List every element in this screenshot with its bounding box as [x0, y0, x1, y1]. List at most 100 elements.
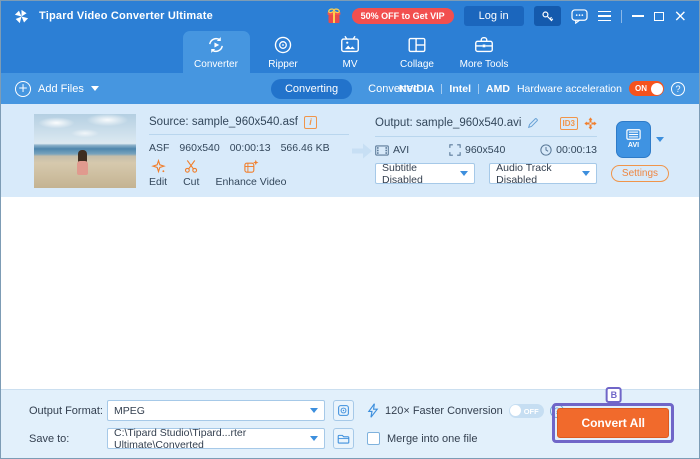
app-title: Tipard Video Converter Ultimate [39, 10, 213, 22]
thumbnail-person [77, 161, 88, 175]
output-info: Output: sample_960x540.avi ID3 AVI [375, 114, 597, 188]
toggle-off-label: OFF [524, 407, 539, 416]
feedback-icon[interactable] [571, 9, 588, 24]
chevron-down-icon [460, 171, 468, 176]
tab-ripper-label: Ripper [268, 59, 297, 70]
divider [149, 134, 349, 135]
enhance-video-button[interactable]: Enhance Video [215, 159, 286, 188]
file-list-item: Source: sample_960x540.asf i ASF 960x540… [1, 104, 699, 197]
film-icon [626, 129, 641, 140]
toggle-on-label: ON [635, 84, 647, 93]
source-duration: 00:00:13 [230, 142, 271, 154]
move-icon[interactable] [584, 117, 597, 130]
film-icon [375, 145, 389, 156]
open-folder-button[interactable] [333, 428, 354, 449]
settings-button[interactable]: Settings [611, 165, 669, 182]
folder-icon [337, 433, 350, 445]
format-button-label: AVI [628, 142, 639, 149]
gift-icon[interactable] [326, 8, 342, 24]
faster-conversion-toggle[interactable]: OFF [509, 404, 544, 418]
tab-more-tools-label: More Tools [460, 59, 509, 70]
tab-ripper[interactable]: Ripper [250, 31, 317, 73]
tab-collage[interactable]: Collage [384, 31, 451, 73]
tab-converted[interactable]: Converted [364, 79, 423, 99]
tab-more-tools[interactable]: More Tools [451, 31, 518, 73]
chevron-down-icon [91, 86, 99, 91]
menu-icon[interactable] [598, 11, 611, 22]
save-path-value: C:\Tipard Studio\Tipard...rter Ultimate\… [114, 427, 310, 451]
plus-icon: + [15, 81, 31, 97]
convert-all-button[interactable]: Convert All [557, 408, 669, 438]
resolution-icon [449, 144, 461, 156]
add-files-button[interactable]: + Add Files [15, 81, 99, 97]
vip-offer-badge[interactable]: 50% OFF to Get VIP [352, 8, 454, 24]
convert-all-container: B Convert All [552, 403, 674, 443]
register-button[interactable] [534, 6, 561, 26]
main-tabs: Converter Ripper MV Collage More Tools [1, 31, 699, 73]
source-resolution: 960x540 [179, 142, 219, 154]
enhance-video-icon [243, 159, 259, 174]
app-logo-icon [13, 8, 30, 25]
gpu-separator [441, 84, 442, 94]
source-info: Source: sample_960x540.asf i ASF 960x540… [149, 114, 349, 188]
merge-checkbox[interactable] [367, 432, 380, 445]
enhance-video-label: Enhance Video [215, 176, 286, 188]
hardware-acceleration-label: Hardware acceleration [517, 83, 622, 95]
toolbar: + Add Files Converting Converted NVIDIA … [1, 73, 699, 104]
gpu-intel-label: Intel [449, 83, 471, 95]
subtitle-dropdown[interactable]: Subtitle Disabled [375, 163, 475, 184]
tab-collage-label: Collage [400, 59, 434, 70]
app-window: Tipard Video Converter Ultimate 50% OFF … [0, 0, 700, 459]
source-format: ASF [149, 142, 169, 154]
profile-icon [337, 404, 350, 417]
faster-conversion-label: 120× Faster Conversion [385, 405, 503, 417]
tab-mv[interactable]: MV [317, 31, 384, 73]
tab-converter[interactable]: Converter [183, 31, 250, 73]
output-duration-value: 00:00:13 [556, 144, 597, 156]
profile-settings-button[interactable] [333, 400, 354, 421]
output-format-label: Output Format: [29, 405, 107, 417]
save-to-dropdown[interactable]: C:\Tipard Studio\Tipard...rter Ultimate\… [107, 428, 325, 449]
edit-button[interactable]: Edit [149, 159, 167, 188]
gpu-separator [478, 84, 479, 94]
close-button[interactable]: × [674, 11, 687, 21]
converter-icon [205, 34, 227, 56]
titlebar-separator [621, 10, 622, 23]
scissors-icon [184, 159, 199, 174]
annotation-b-badge: B [606, 387, 622, 403]
output-format-dropdown[interactable]: MPEG [107, 400, 325, 421]
cut-label: Cut [183, 176, 199, 188]
format-column: AVI Settings [597, 114, 683, 188]
tab-converting[interactable]: Converting [271, 79, 352, 99]
lightning-icon [367, 403, 379, 418]
chevron-down-icon[interactable] [656, 137, 664, 142]
clock-icon [540, 144, 552, 156]
tab-mv-label: MV [343, 59, 358, 70]
hardware-acceleration-toggle[interactable]: ON [629, 81, 664, 96]
merge-label: Merge into one file [387, 433, 478, 445]
maximize-button[interactable] [654, 12, 664, 21]
info-icon[interactable]: i [304, 116, 317, 129]
output-format-value: AVI [393, 144, 409, 156]
add-files-label: Add Files [38, 83, 84, 95]
video-thumbnail[interactable] [34, 114, 136, 188]
help-icon[interactable]: ? [671, 82, 685, 96]
source-filename: Source: sample_960x540.asf [149, 116, 298, 128]
mv-icon [339, 34, 361, 56]
cut-button[interactable]: Cut [183, 159, 199, 188]
collage-icon [406, 34, 428, 56]
annotation-highlight-box: Convert All [552, 403, 674, 443]
login-button[interactable]: Log in [464, 6, 524, 26]
minimize-button[interactable] [632, 15, 644, 17]
bottom-bar: Output Format: MPEG 120× Faster Conversi… [1, 389, 699, 458]
gpu-amd-label: AMD [486, 83, 510, 95]
divider [375, 136, 597, 137]
chevron-down-icon [310, 436, 318, 441]
output-format-button[interactable]: AVI [616, 121, 651, 158]
audio-track-dropdown[interactable]: Audio Track Disabled [489, 163, 597, 184]
source-size: 566.46 KB [281, 142, 330, 154]
titlebar: Tipard Video Converter Ultimate 50% OFF … [1, 1, 699, 31]
rename-icon[interactable] [527, 117, 539, 129]
id3-button[interactable]: ID3 [560, 117, 578, 130]
file-list-area [1, 197, 699, 389]
